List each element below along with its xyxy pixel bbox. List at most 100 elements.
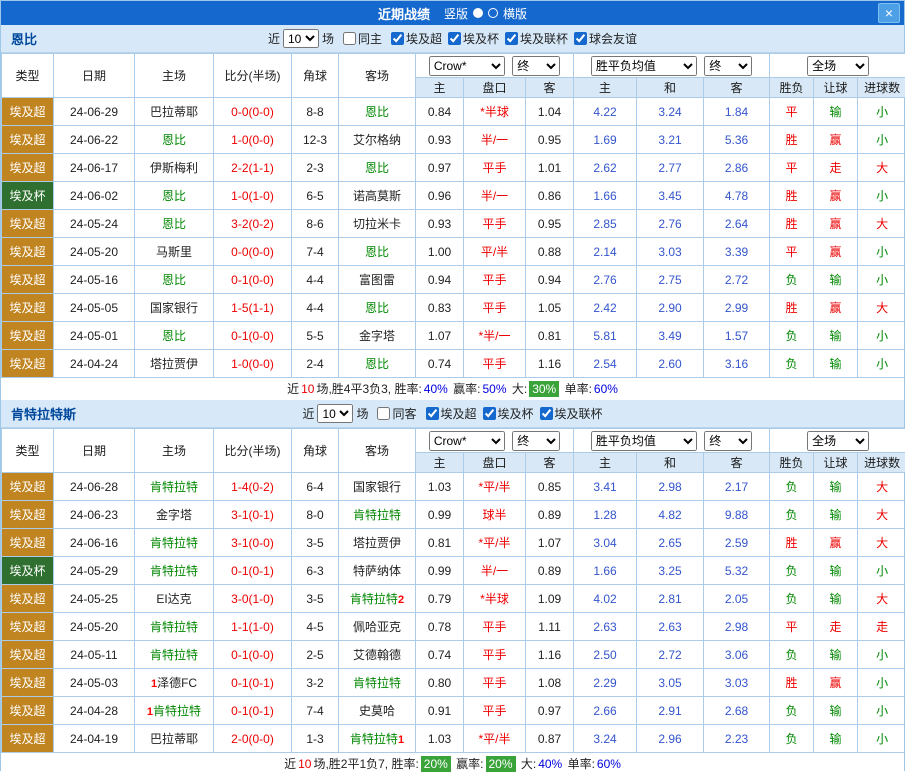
away-team-cell: 艾尔格纳 bbox=[339, 126, 416, 154]
europe-draw-odds-cell: 2.60 bbox=[637, 350, 704, 378]
league-checkbox[interactable] bbox=[505, 32, 518, 45]
team-name: 恩比 bbox=[365, 105, 389, 119]
league-checkbox[interactable] bbox=[483, 407, 496, 420]
final-odds-select[interactable]: 终 bbox=[512, 56, 560, 76]
team-name: EI达克 bbox=[156, 592, 191, 606]
europe-odds-select[interactable]: 胜平负均值 bbox=[591, 431, 697, 451]
league-checkbox[interactable] bbox=[574, 32, 587, 45]
league-filter: 埃及超 bbox=[391, 30, 442, 47]
team-name: 肯特拉特 bbox=[153, 704, 201, 718]
handicap-away-odds-cell: 0.81 bbox=[526, 322, 574, 350]
result-cell: 负 bbox=[770, 266, 814, 294]
away-team-cell: 肯特拉特 bbox=[339, 669, 416, 697]
summary-part: 60% bbox=[597, 757, 621, 771]
team-name: 恩比 bbox=[162, 273, 186, 287]
score-cell: 3-0(1-0) bbox=[214, 585, 292, 613]
handicap-home-odds-cell: 0.99 bbox=[416, 501, 464, 529]
col-date: 日期 bbox=[54, 54, 135, 98]
result-cell: 胜 bbox=[770, 126, 814, 154]
date-cell: 24-05-16 bbox=[54, 266, 135, 294]
home-team-cell: 塔拉贾伊 bbox=[135, 350, 214, 378]
league-checkbox[interactable] bbox=[540, 407, 553, 420]
handicap-home-odds-cell: 1.03 bbox=[416, 725, 464, 753]
date-cell: 24-05-24 bbox=[54, 210, 135, 238]
result-cell: 胜 bbox=[770, 669, 814, 697]
date-cell: 24-05-29 bbox=[54, 557, 135, 585]
same-venue-checkbox[interactable] bbox=[343, 32, 356, 45]
league-checkbox[interactable] bbox=[426, 407, 439, 420]
europe-away-odds-cell: 2.72 bbox=[704, 266, 770, 294]
odds-provider-select[interactable]: Crow* bbox=[429, 431, 505, 451]
date-cell: 24-06-23 bbox=[54, 501, 135, 529]
league-cell: 埃及超 bbox=[2, 294, 54, 322]
team-name: 伊斯梅利 bbox=[150, 161, 198, 175]
handicap-line-cell: 平/半 bbox=[464, 238, 526, 266]
team-name: 恩比 bbox=[365, 245, 389, 259]
handicap-line-cell: 平手 bbox=[464, 154, 526, 182]
handicap-line-cell: 平手 bbox=[464, 669, 526, 697]
team-name: 塔拉贾伊 bbox=[353, 536, 401, 550]
handicap-result-cell: 赢 bbox=[814, 126, 858, 154]
league-cell: 埃及超 bbox=[2, 641, 54, 669]
team-name: 史莫哈 bbox=[359, 704, 395, 718]
odds-provider-select[interactable]: Crow* bbox=[429, 56, 505, 76]
europe-home-odds-cell: 1.66 bbox=[574, 557, 637, 585]
home-team-cell: 恩比 bbox=[135, 126, 214, 154]
team-name: 恩比 bbox=[162, 217, 186, 231]
league-cell: 埃及超 bbox=[2, 697, 54, 725]
handicap-away-odds-cell: 1.07 bbox=[526, 529, 574, 557]
league-checkbox[interactable] bbox=[448, 32, 461, 45]
league-cell: 埃及超 bbox=[2, 501, 54, 529]
summary-part: 场,胜4平3负3, 胜率: bbox=[316, 382, 421, 396]
league-cell: 埃及超 bbox=[2, 725, 54, 753]
table-row: 埃及超24-05-20马斯里0-0(0-0)7-4恩比1.00平/半0.882.… bbox=[2, 238, 905, 266]
team-name: 肯特拉特 bbox=[350, 592, 398, 606]
col-handicap-result: 让球 bbox=[814, 453, 858, 473]
portrait-radio-label[interactable]: 竖版 bbox=[444, 5, 468, 22]
table-row: 埃及超24-05-031泽德FC0-1(0-1)3-2肯特拉特0.80平手1.0… bbox=[2, 669, 905, 697]
summary-part: 30% bbox=[529, 381, 559, 397]
red-card-badge: 1 bbox=[398, 734, 404, 746]
team-name: 艾尔格纳 bbox=[353, 133, 401, 147]
landscape-radio[interactable] bbox=[488, 8, 498, 18]
col-europe-draw: 和 bbox=[637, 453, 704, 473]
handicap-away-odds-cell: 1.08 bbox=[526, 669, 574, 697]
corner-cell: 8-6 bbox=[292, 210, 339, 238]
away-team-cell: 切拉米卡 bbox=[339, 210, 416, 238]
scope-select[interactable]: 全场 bbox=[807, 56, 869, 76]
scope-select[interactable]: 全场 bbox=[807, 431, 869, 451]
final-europe-select[interactable]: 终 bbox=[704, 56, 752, 76]
close-icon[interactable]: × bbox=[878, 3, 900, 23]
final-europe-select[interactable]: 终 bbox=[704, 431, 752, 451]
europe-away-odds-cell: 5.36 bbox=[704, 126, 770, 154]
table-row: 埃及超24-05-05国家银行1-5(1-1)4-4恩比0.83平手1.052.… bbox=[2, 294, 905, 322]
recent-count-select[interactable]: 10 bbox=[283, 29, 319, 48]
recent-count-select[interactable]: 10 bbox=[317, 404, 353, 423]
portrait-radio[interactable] bbox=[473, 8, 483, 18]
corner-cell: 5-5 bbox=[292, 322, 339, 350]
goals-result-cell: 小 bbox=[858, 182, 905, 210]
same-venue-checkbox[interactable] bbox=[377, 407, 390, 420]
titlebar: 近期战绩 竖版 横版 × bbox=[1, 1, 904, 25]
col-europe-away: 客 bbox=[704, 78, 770, 98]
europe-home-odds-cell: 5.81 bbox=[574, 322, 637, 350]
league-filter-group: 埃及超埃及杯埃及联杯 bbox=[420, 405, 603, 422]
europe-away-odds-cell: 4.78 bbox=[704, 182, 770, 210]
europe-away-odds-cell: 1.57 bbox=[704, 322, 770, 350]
handicap-away-odds-cell: 1.09 bbox=[526, 585, 574, 613]
away-team-cell: 史莫哈 bbox=[339, 697, 416, 725]
col-corner: 角球 bbox=[292, 429, 339, 473]
final-odds-select[interactable]: 终 bbox=[512, 431, 560, 451]
handicap-home-odds-cell: 0.83 bbox=[416, 294, 464, 322]
table-row: 埃及超24-05-16恩比0-1(0-0)4-4富图雷0.94平手0.942.7… bbox=[2, 266, 905, 294]
summary-part: 近 bbox=[287, 382, 299, 396]
result-cell: 负 bbox=[770, 501, 814, 529]
col-handicap-line: 盘口 bbox=[464, 453, 526, 473]
handicap-away-odds-cell: 0.87 bbox=[526, 725, 574, 753]
col-result: 胜负 bbox=[770, 78, 814, 98]
europe-odds-select[interactable]: 胜平负均值 bbox=[591, 56, 697, 76]
europe-home-odds-cell: 1.28 bbox=[574, 501, 637, 529]
col-goals-result: 进球数 bbox=[858, 453, 905, 473]
league-checkbox[interactable] bbox=[391, 32, 404, 45]
landscape-radio-label[interactable]: 横版 bbox=[503, 5, 527, 22]
